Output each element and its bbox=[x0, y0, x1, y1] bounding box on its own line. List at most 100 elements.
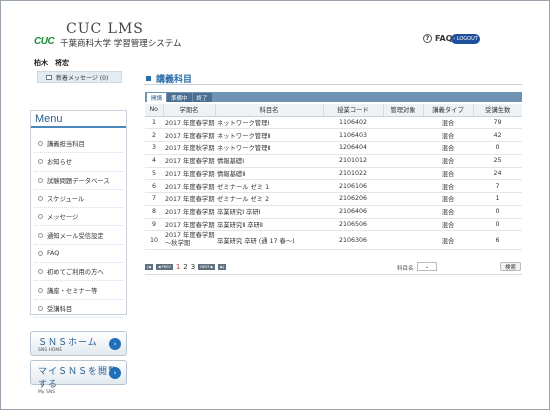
table-header-row: No 学期名 科目名 授業コード 管理対象 講義タイプ 受講生数 bbox=[145, 104, 522, 117]
table-row: 6 2017 年度春学期 ゼミナール ゼミ 1 2106106 混合 7 bbox=[145, 179, 522, 193]
sns-home-button[interactable]: ＳＮＳホーム SNS HOME › bbox=[30, 331, 127, 356]
course-name-cell[interactable]: ゼミナール ゼミ 1 bbox=[215, 179, 323, 193]
row-number: 10 bbox=[145, 230, 163, 251]
column-header-managed[interactable]: 管理対象 bbox=[382, 104, 423, 117]
bullet-icon bbox=[38, 287, 43, 293]
row-number: 6 bbox=[145, 179, 163, 193]
managed-cell bbox=[383, 230, 423, 251]
page-link-3[interactable]: 3 bbox=[191, 263, 195, 271]
menu-item-enrolled[interactable]: 受講科目 bbox=[34, 300, 123, 318]
menu-item-messages[interactable]: メッセージ bbox=[34, 208, 123, 227]
menu-item-first-time[interactable]: 初めてご利用の方へ bbox=[34, 263, 123, 282]
course-code-cell: 2106206 bbox=[323, 192, 383, 206]
course-code-cell: 2101012 bbox=[323, 154, 383, 168]
student-count-cell: 1 bbox=[473, 192, 522, 206]
course-name-cell[interactable]: 卒業研究Ⅱ 卒研Ⅱ bbox=[215, 218, 323, 232]
course-code-cell: 2106506 bbox=[323, 218, 383, 232]
managed-cell bbox=[383, 179, 423, 193]
course-name-cell[interactable]: 卒業研究Ⅰ 卒研Ⅰ bbox=[215, 205, 323, 219]
my-sns-button[interactable]: マイＳＮＳを閲覧する My SNS › bbox=[30, 360, 127, 395]
course-name-cell[interactable]: ネットワーク管理Ⅱ bbox=[215, 141, 323, 155]
last-page-button[interactable]: ▶| bbox=[218, 264, 227, 270]
menu-list: 講義担当科目 お知らせ 試験問題データベース スケジュール メッセージ 通知メー… bbox=[31, 128, 126, 318]
menu-item-faq[interactable]: FAQ bbox=[34, 245, 123, 264]
student-count-cell: 79 bbox=[473, 116, 522, 130]
faq-link[interactable]: ? FAQ bbox=[423, 34, 453, 43]
search-button[interactable]: 検索 bbox=[500, 262, 521, 271]
row-number: 4 bbox=[145, 154, 163, 168]
user-name: 柏木 将宏 bbox=[34, 59, 69, 67]
column-header-no[interactable]: No bbox=[145, 104, 163, 117]
bullet-icon bbox=[38, 250, 43, 256]
new-message-link[interactable]: 新着メッセージ (0) bbox=[37, 71, 122, 83]
bullet-icon bbox=[38, 269, 43, 275]
column-header-type[interactable]: 講義タイプ bbox=[422, 104, 473, 117]
tab-open[interactable]: 開講 bbox=[147, 93, 167, 102]
first-page-button[interactable]: |◀ bbox=[145, 264, 153, 270]
menu-item-seminars[interactable]: 講座・セミナー等 bbox=[34, 281, 123, 300]
menu-item-schedule[interactable]: スケジュール bbox=[34, 190, 123, 209]
student-count-cell: 0 bbox=[473, 141, 522, 155]
lecture-type-cell: 混合 bbox=[423, 167, 473, 181]
term-cell: 2017 年度春学期 bbox=[163, 218, 215, 232]
sidebar-menu: Menu 講義担当科目 お知らせ 試験問題データベース スケジュール メッセージ… bbox=[30, 110, 127, 318]
managed-cell bbox=[383, 128, 423, 142]
course-name-cell[interactable]: 情報基礎Ⅱ bbox=[215, 167, 323, 181]
envelope-icon bbox=[46, 74, 52, 80]
next-page-button[interactable]: NEXT ▶ bbox=[198, 264, 216, 270]
column-header-code[interactable]: 授業コード bbox=[322, 104, 383, 117]
menu-item-mail-settings[interactable]: 通知メール受信設定 bbox=[34, 226, 123, 245]
status-tabs: 開講 準備中 終了 bbox=[145, 92, 522, 102]
page-link-1[interactable]: 1 bbox=[176, 263, 180, 271]
student-count-cell: 7 bbox=[473, 179, 522, 193]
prev-page-button[interactable]: ◀ PREV bbox=[155, 264, 173, 270]
new-message-label: 新着メッセージ (0) bbox=[56, 74, 109, 82]
table-row: 8 2017 年度春学期 卒業研究Ⅰ 卒研Ⅰ 2106406 混合 0 bbox=[145, 205, 522, 219]
row-number: 9 bbox=[145, 218, 163, 232]
course-name-cell[interactable]: ネットワーク管理Ⅰ bbox=[215, 116, 323, 130]
menu-item-label: 講義担当科目 bbox=[47, 141, 85, 149]
menu-item-label: 受講科目 bbox=[47, 305, 73, 313]
course-code-cell: 2106306 bbox=[323, 230, 383, 251]
menu-item-exam-db[interactable]: 試験問題データベース bbox=[34, 172, 123, 190]
tab-finished[interactable]: 終了 bbox=[192, 93, 212, 102]
course-name-cell[interactable]: ゼミナール ゼミ 2 bbox=[215, 192, 323, 206]
menu-item-notices[interactable]: お知らせ bbox=[34, 153, 123, 172]
sort-select[interactable]: ⌄ bbox=[417, 262, 437, 271]
menu-item-courses[interactable]: 講義担当科目 bbox=[34, 135, 123, 154]
column-header-term[interactable]: 学期名 bbox=[162, 104, 215, 117]
course-name-cell[interactable]: 卒業研究 卒研 (通 17 春～) bbox=[215, 230, 323, 251]
managed-cell bbox=[383, 154, 423, 168]
bullet-icon bbox=[38, 141, 43, 147]
row-number: 8 bbox=[145, 205, 163, 219]
course-name-cell[interactable]: ネットワーク管理Ⅱ bbox=[215, 128, 323, 142]
row-number: 5 bbox=[145, 167, 163, 181]
column-header-count[interactable]: 受講生数 bbox=[472, 104, 522, 117]
term-cell: 2017 年度春学期 bbox=[163, 116, 215, 130]
course-code-cell: 1206404 bbox=[323, 141, 383, 155]
menu-item-label: 通知メール受信設定 bbox=[47, 232, 104, 240]
bullet-icon bbox=[38, 232, 43, 238]
lecture-type-cell: 混合 bbox=[423, 154, 473, 168]
arrow-right-icon: › bbox=[109, 367, 121, 379]
student-count-cell: 25 bbox=[473, 154, 522, 168]
page-link-2[interactable]: 2 bbox=[183, 263, 187, 271]
tab-preparing[interactable]: 準備中 bbox=[167, 93, 192, 102]
table-row: 2 2017 年度春学期 ネットワーク管理Ⅱ 1106403 混合 42 bbox=[145, 128, 522, 142]
course-name-cell[interactable]: 情報基礎Ⅰ bbox=[215, 154, 323, 168]
lecture-type-cell: 混合 bbox=[423, 141, 473, 155]
column-header-course[interactable]: 科目名 bbox=[214, 104, 323, 117]
term-cell: 2017 年度春学期 bbox=[163, 192, 215, 206]
term-cell: 2017 年度春学期 bbox=[163, 128, 215, 142]
bullet-icon bbox=[38, 305, 43, 311]
table-row: 3 2017 年度秋学期 ネットワーク管理Ⅱ 1206404 混合 0 bbox=[145, 141, 522, 155]
managed-cell bbox=[383, 205, 423, 219]
course-code-cell: 1106402 bbox=[323, 116, 383, 130]
managed-cell bbox=[383, 192, 423, 206]
logout-button[interactable]: › LOGOUT bbox=[451, 34, 480, 44]
lecture-type-cell: 混合 bbox=[423, 116, 473, 130]
course-code-cell: 2101022 bbox=[323, 167, 383, 181]
student-count-cell: 0 bbox=[473, 218, 522, 232]
menu-item-label: 講座・セミナー等 bbox=[47, 287, 98, 295]
menu-item-label: メッセージ bbox=[47, 214, 79, 222]
